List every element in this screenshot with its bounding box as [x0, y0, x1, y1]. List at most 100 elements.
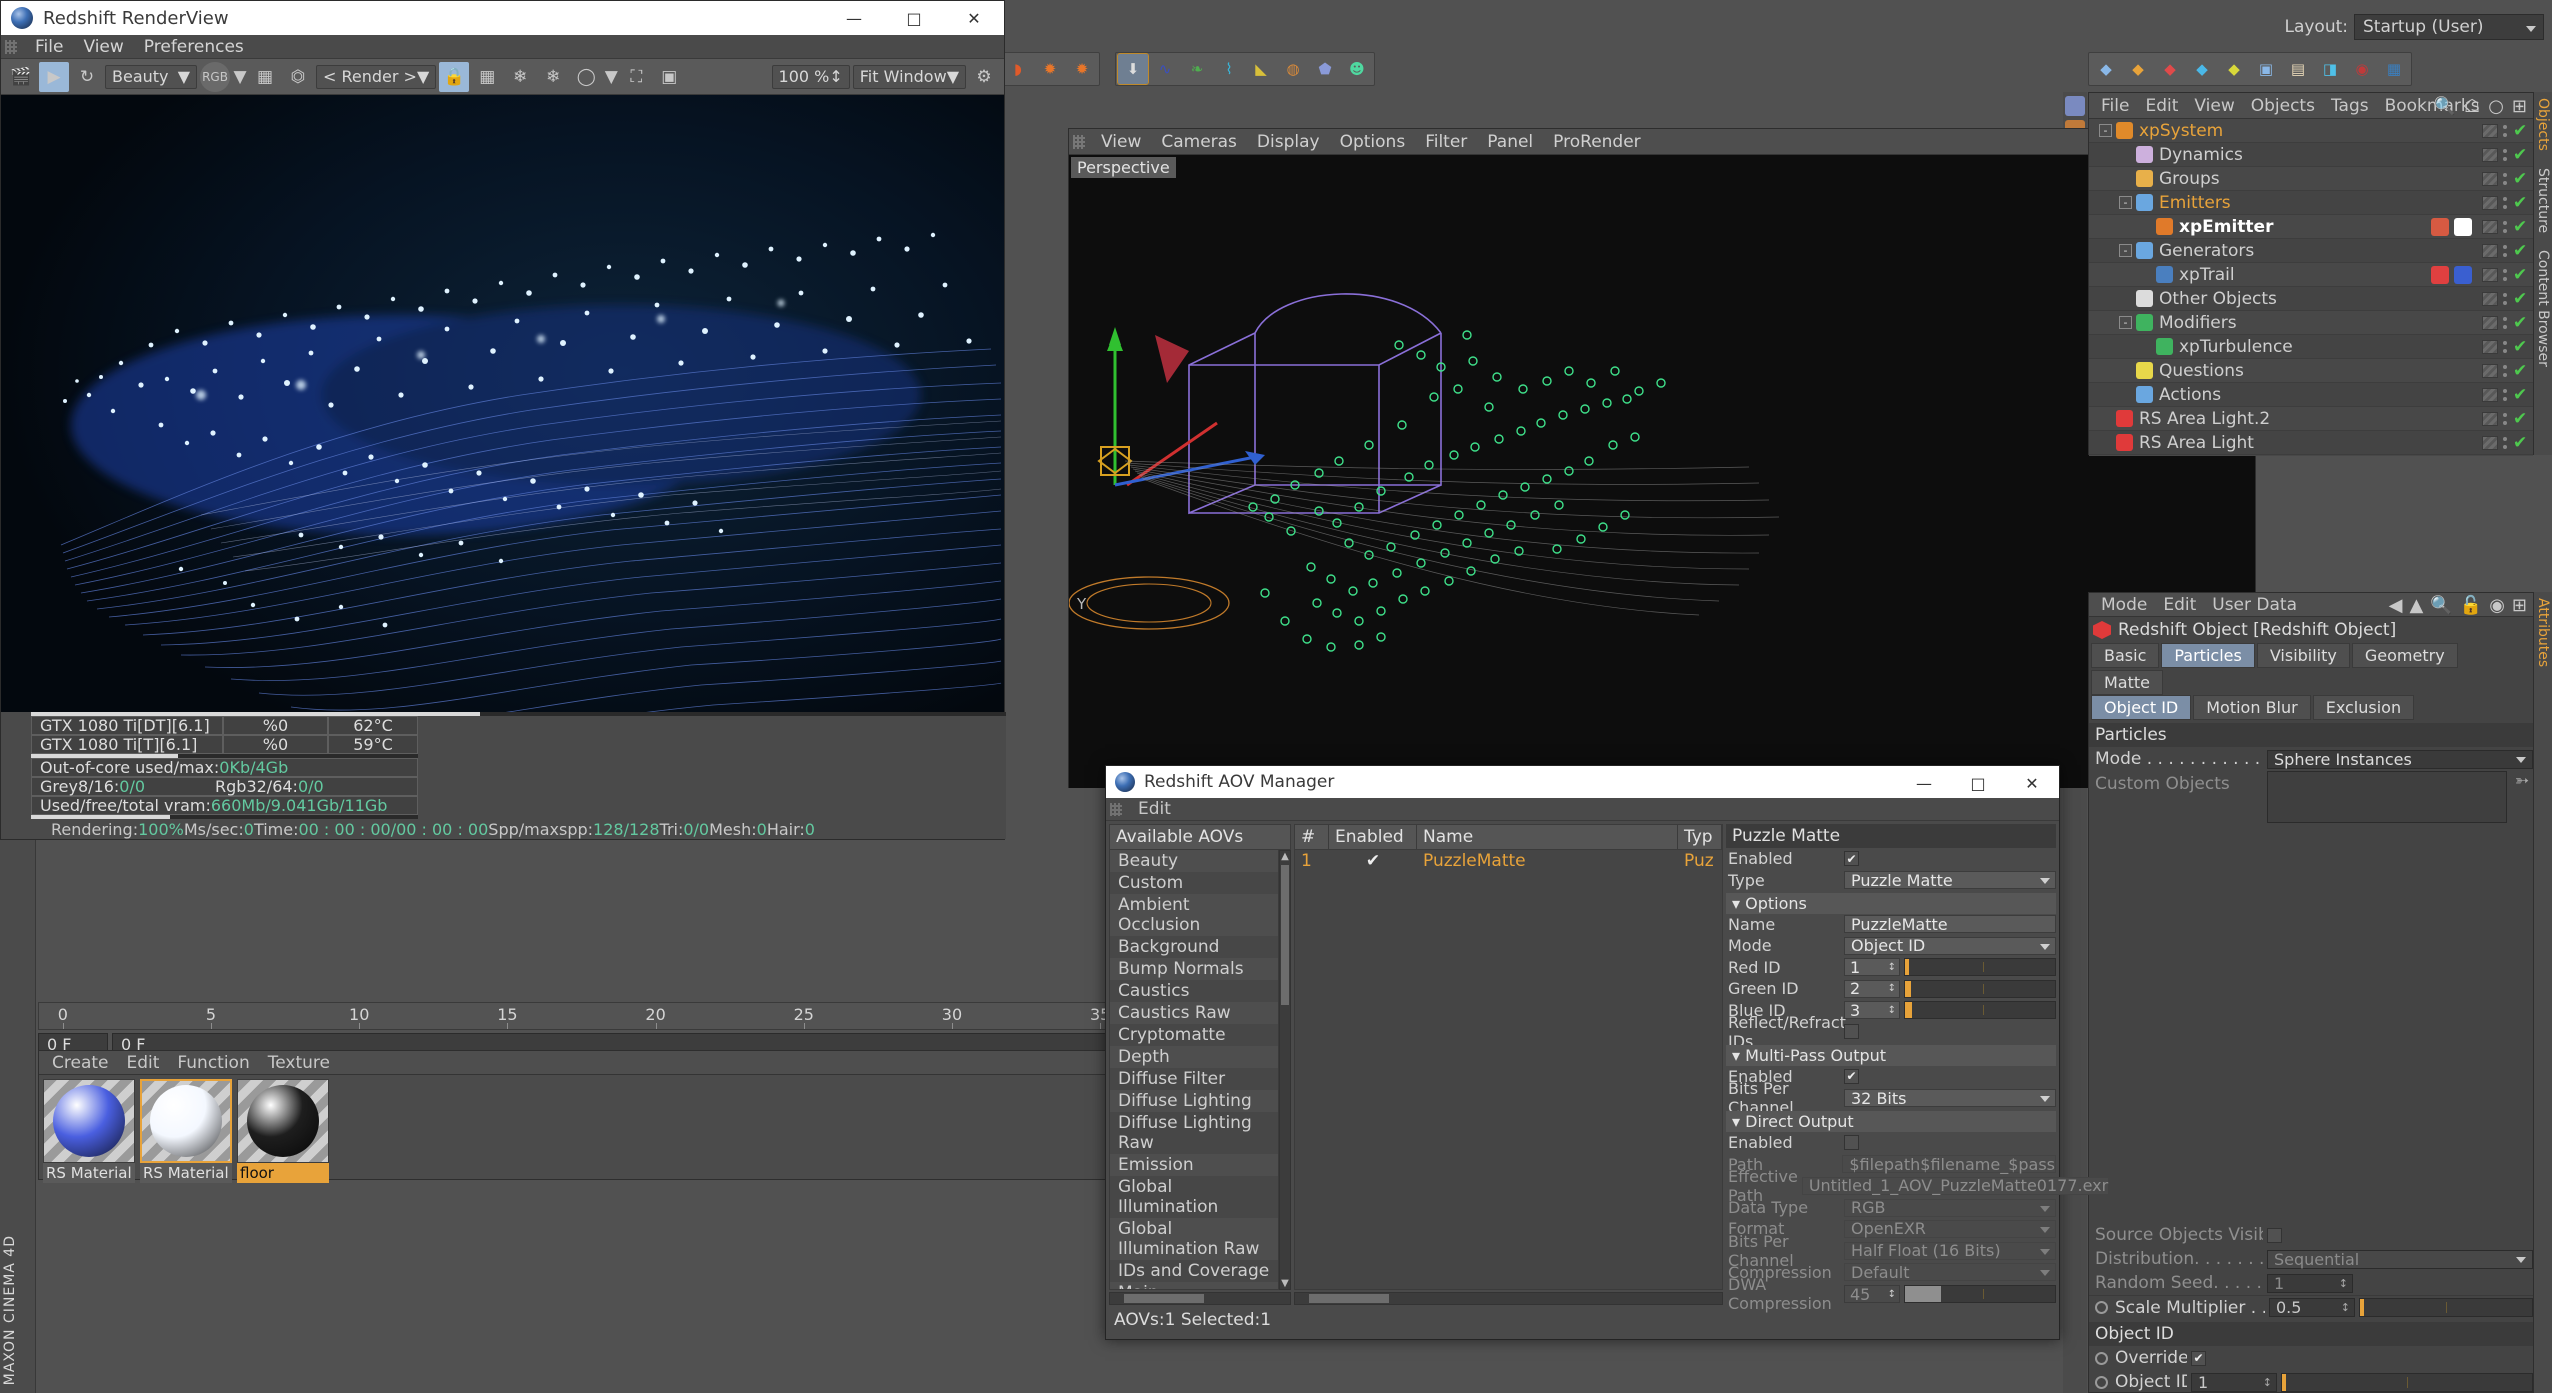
enabled-check-icon[interactable]: ✔	[2513, 193, 2527, 213]
object-row[interactable]: - Emitters ✔	[2089, 191, 2533, 215]
aov-type-dropdown[interactable]: Puzzle Matte	[1844, 871, 2056, 890]
rs-icon-6[interactable]: ▣	[2251, 54, 2281, 84]
layer-dots-icon[interactable]	[2503, 339, 2508, 355]
mp-enabled-checkbox[interactable]: ✔	[1844, 1068, 1859, 1084]
object-id-input[interactable]: 1	[2191, 1372, 2277, 1392]
object-row[interactable]: xpEmitter ✔	[2089, 215, 2533, 239]
object-row[interactable]: RS Area Light ✔	[2089, 431, 2533, 455]
minimize-button[interactable]: —	[824, 1, 884, 35]
section-multipass[interactable]: ▾ Multi-Pass Output	[1726, 1044, 2056, 1066]
visibility-dots-icon[interactable]	[2482, 363, 2498, 378]
rs-icon-3[interactable]: ◆	[2155, 54, 2185, 84]
pick-cursor-icon[interactable]: ➳	[2511, 771, 2533, 791]
do-enabled-checkbox[interactable]	[1844, 1135, 1859, 1151]
row-reflect-refract[interactable]: Reflect/Refract IDs	[1726, 1013, 2056, 1051]
aov-minimize-button[interactable]: —	[1897, 766, 1951, 800]
object-tag-icon[interactable]	[2454, 265, 2472, 284]
available-aov-item[interactable]: Caustics Raw	[1110, 1002, 1278, 1024]
row-object-id[interactable]: Object ID 1	[2089, 1370, 2533, 1393]
available-aov-item[interactable]: Global Illumination	[1110, 1176, 1278, 1218]
col-type[interactable]: Typ	[1678, 825, 1722, 849]
aov-titlebar[interactable]: Redshift AOV Manager — □ ✕	[1106, 766, 2059, 798]
gear-orange2-icon[interactable]: ✹	[1067, 54, 1097, 84]
aov-table-row[interactable]: 1 ✔ PuzzleMatte Puz	[1295, 850, 1722, 872]
visibility-dots-icon[interactable]	[2482, 267, 2498, 282]
lock-icon[interactable]: 🔒	[439, 61, 470, 92]
visibility-dots-icon[interactable]	[2482, 123, 2498, 138]
material-swatch[interactable]	[237, 1079, 329, 1163]
grip-icon[interactable]	[5, 39, 17, 54]
aov-name-input[interactable]: PuzzleMatte	[1844, 915, 2056, 934]
layer-dots-icon[interactable]	[2503, 435, 2508, 451]
chevron-down-icon[interactable]: ▼	[604, 62, 618, 92]
mp-bits-dropdown[interactable]: 32 Bits	[1844, 1089, 2056, 1108]
object-row[interactable]: RS Area Light.1✔	[2089, 455, 2533, 456]
mm-menu-function[interactable]: Function	[168, 1052, 258, 1074]
source-objects-checkbox[interactable]	[2267, 1227, 2282, 1243]
row-mode[interactable]: Mode . . . . . . . . . . . Sphere Instan…	[2089, 747, 2533, 771]
snowflake-icon[interactable]: ❄	[505, 62, 535, 92]
available-aov-item[interactable]: IDs and Coverage	[1110, 1260, 1278, 1282]
enabled-check-icon[interactable]: ✔	[2513, 241, 2527, 261]
refresh-icon[interactable]: ↻	[72, 62, 102, 92]
am-menu-edit[interactable]: Edit	[2155, 594, 2204, 616]
visibility-dots-icon[interactable]	[2482, 219, 2498, 234]
available-aov-item[interactable]: Ambient Occlusion	[1110, 894, 1278, 936]
blue-id-slider[interactable]	[1904, 1001, 2056, 1020]
tab-visibility[interactable]: Visibility	[2256, 643, 2350, 668]
aov-mode-dropdown[interactable]: Object ID	[1844, 936, 2056, 955]
layer-dots-icon[interactable]	[2503, 411, 2508, 427]
viewport-canvas[interactable]: Perspective Y	[1069, 155, 2255, 788]
row-distribution[interactable]: Distribution. . . . . . . . . . Sequenti…	[2089, 1247, 2533, 1271]
scale-multiplier-slider[interactable]	[2359, 1298, 2533, 1317]
enabled-check-icon[interactable]: ✔	[2513, 169, 2527, 189]
available-aovs-scrollbar[interactable]: ▲ ▼	[1279, 850, 1291, 1290]
material-item[interactable]: floor	[237, 1079, 329, 1183]
visibility-dots-icon[interactable]	[2482, 339, 2498, 354]
target-icon[interactable]: ◉	[2489, 595, 2505, 616]
redshift-renderview-window[interactable]: Redshift RenderView — □ ✕ File View Pref…	[0, 0, 1006, 840]
layer-dots-icon[interactable]	[2503, 219, 2508, 235]
scale-multiplier-animate-dot[interactable]	[2095, 1301, 2108, 1314]
available-aov-item[interactable]: Caustics	[1110, 980, 1278, 1002]
row-dwa[interactable]: DWA Compression 45	[1726, 1275, 2056, 1313]
attribute-tabs-row1[interactable]: Basic Particles Visibility Geometry Matt…	[2089, 643, 2533, 695]
available-aov-item[interactable]: Beauty	[1110, 850, 1278, 872]
row-effective-path[interactable]: Effective Path Untitled_1_AOV_PuzzleMatt…	[1726, 1167, 2110, 1205]
aov-menu-edit[interactable]: Edit	[1129, 798, 1180, 820]
fit-combo[interactable]: Fit Window ▼	[852, 64, 966, 89]
row-green-id[interactable]: Green ID 2	[1726, 978, 2056, 999]
available-aov-item[interactable]: Background	[1110, 936, 1278, 958]
maximize-button[interactable]: □	[884, 1, 944, 35]
green-id-input[interactable]: 2	[1844, 979, 1900, 998]
random-seed-input[interactable]: 1	[2267, 1273, 2353, 1293]
available-aov-item[interactable]: Bump Normals	[1110, 958, 1278, 980]
material-item[interactable]: RS Material	[140, 1079, 232, 1183]
compression-dropdown[interactable]: Default	[1844, 1263, 2056, 1282]
object-row[interactable]: - Generators ✔	[2089, 239, 2533, 263]
tab-exclusion[interactable]: Exclusion	[2312, 695, 2415, 720]
search-icon[interactable]: 🔍	[2434, 96, 2456, 117]
override-animate-dot[interactable]	[2095, 1351, 2108, 1365]
vp-menu-filter[interactable]: Filter	[1415, 131, 1477, 153]
home-icon[interactable]: ☖	[2464, 96, 2480, 117]
vp-menu-prorender[interactable]: ProRender	[1543, 131, 1651, 153]
object-row[interactable]: Actions ✔	[2089, 383, 2533, 407]
object-row[interactable]: xpTrail ✔	[2089, 263, 2533, 287]
red-id-slider[interactable]	[1904, 958, 2056, 977]
download-arrow-icon[interactable]: ⬇	[1117, 53, 1149, 85]
layer-dots-icon[interactable]	[2503, 171, 2508, 187]
layout-selector[interactable]: Layout: Startup (User)	[2284, 14, 2544, 40]
om-menu-tags[interactable]: Tags	[2323, 95, 2377, 117]
mode-dropdown[interactable]: Sphere Instances	[2267, 749, 2533, 769]
layer-dots-icon[interactable]	[2503, 291, 2508, 307]
tab-geometry[interactable]: Geometry	[2351, 643, 2458, 668]
layer-dots-icon[interactable]	[2503, 267, 2508, 283]
leaf-icon[interactable]: ❧	[1182, 54, 1212, 84]
object-row[interactable]: - xpSystem ✔	[2089, 119, 2533, 143]
row-aov-type[interactable]: Type Puzzle Matte	[1726, 869, 2056, 890]
om-menu-edit[interactable]: Edit	[2137, 95, 2186, 117]
circle-icon[interactable]: ◯	[571, 62, 601, 92]
enabled-check-icon[interactable]: ✔	[2513, 217, 2527, 237]
up-arrow-icon[interactable]: ▲	[2410, 595, 2424, 616]
